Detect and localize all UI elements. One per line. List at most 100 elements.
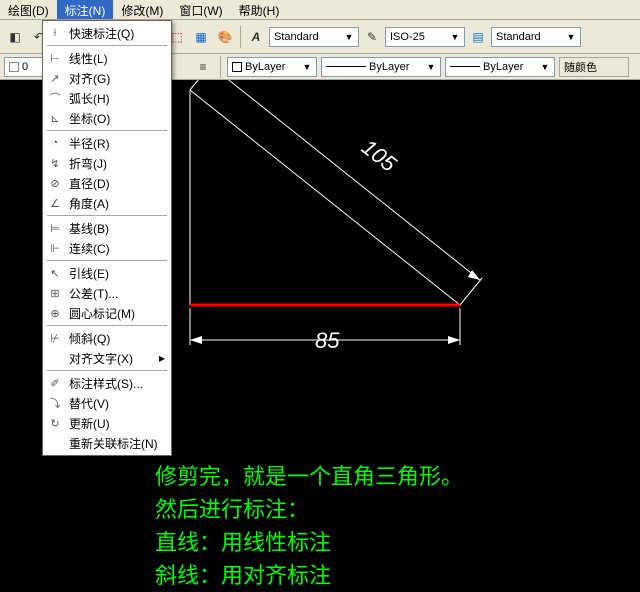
aligned-icon: ↗ xyxy=(47,70,63,86)
tool-icon[interactable]: ◧ xyxy=(4,26,26,48)
linetype-preview xyxy=(326,66,366,67)
linear-icon: ⊢ xyxy=(47,50,63,66)
menu-window[interactable]: 窗口(W) xyxy=(171,0,230,19)
label: 倾斜(Q) xyxy=(69,330,110,347)
angular-icon: ∠ xyxy=(47,195,63,211)
leader-icon: ↖ xyxy=(47,265,63,281)
separator xyxy=(220,56,221,78)
label: 线性(L) xyxy=(69,50,108,67)
menu-item-diameter[interactable]: ⊘ 直径(D) xyxy=(43,173,171,193)
label: 连续(C) xyxy=(69,240,110,257)
label: 重新关联标注(N) xyxy=(69,435,158,452)
table-style-combo[interactable]: Standard ▼ xyxy=(491,27,581,47)
baseline-icon: ⊨ xyxy=(47,220,63,236)
menu-item-leader[interactable]: ↖ 引线(E) xyxy=(43,263,171,283)
override-icon: ⤵ xyxy=(47,395,63,411)
linetype-combo[interactable]: ByLayer ▼ xyxy=(321,57,441,77)
label: 直径(D) xyxy=(69,175,110,192)
menu-item-ordinate[interactable]: ⊾ 坐标(O) xyxy=(43,108,171,128)
separator xyxy=(47,215,167,216)
separator xyxy=(47,370,167,371)
label: 标注样式(S)... xyxy=(69,375,143,392)
menu-item-reassociate[interactable]: 重新关联标注(N) xyxy=(43,433,171,453)
table-icon[interactable]: ▦ xyxy=(190,26,212,48)
color-swatch xyxy=(232,62,242,72)
annot-line1: 修剪完，就是一个直角三角形。 xyxy=(155,460,463,493)
menu-item-override[interactable]: ⤵ 替代(V) xyxy=(43,393,171,413)
label: 基线(B) xyxy=(69,220,109,237)
menu-dimension[interactable]: 标注(N) xyxy=(57,0,114,19)
annotation-text: 修剪完，就是一个直角三角形。 然后进行标注： 直线：用线性标注 斜线：用对齐标注 xyxy=(155,460,463,592)
menu-item-aligned[interactable]: ↗ 对齐(G) xyxy=(43,68,171,88)
linetype-value: ByLayer xyxy=(369,61,409,73)
palette-icon[interactable]: 🎨 xyxy=(214,26,236,48)
lineweight-combo[interactable]: ByLayer ▼ xyxy=(445,57,555,77)
separator xyxy=(47,325,167,326)
tolerance-icon: ⊞ xyxy=(47,285,63,301)
diameter-icon: ⊘ xyxy=(47,175,63,191)
continue-icon: ⊩ xyxy=(47,240,63,256)
menu-item-angular[interactable]: ∠ 角度(A) xyxy=(43,193,171,213)
label: 引线(E) xyxy=(69,265,109,282)
dimstyle-icon: ✐ xyxy=(47,375,63,391)
layer-states-icon[interactable]: ≡ xyxy=(192,56,214,78)
label: 对齐(G) xyxy=(69,70,110,87)
ordinate-icon: ⊾ xyxy=(47,110,63,126)
chevron-down-icon: ▼ xyxy=(424,62,438,72)
label: 快速标注(Q) xyxy=(69,25,134,42)
label: 半径(R) xyxy=(69,135,110,152)
table-style-icon[interactable]: ▤ xyxy=(467,26,489,48)
menu-item-linear[interactable]: ⊢ 线性(L) xyxy=(43,48,171,68)
dim-style-combo[interactable]: ISO-25 ▼ xyxy=(385,27,465,47)
menu-item-jogged[interactable]: ↯折弯(J) xyxy=(43,153,171,173)
text-style-icon[interactable]: A xyxy=(245,26,267,48)
oblique-icon: ⊬ xyxy=(47,330,63,346)
menu-item-update[interactable]: ↻更新(U) xyxy=(43,413,171,433)
menu-item-center[interactable]: ⊕圆心标记(M) xyxy=(43,303,171,323)
label: 公差(T)... xyxy=(69,285,118,302)
text-style-value: Standard xyxy=(274,31,319,43)
menu-item-align-text[interactable]: 对齐文字(X)▸ xyxy=(43,348,171,368)
menu-modify[interactable]: 修改(M) xyxy=(113,0,171,19)
menu-help[interactable]: 帮助(H) xyxy=(231,0,288,19)
lineweight-preview xyxy=(450,66,480,67)
label: 折弯(J) xyxy=(69,155,107,172)
menu-item-dim-style[interactable]: ✐ 标注样式(S)... xyxy=(43,373,171,393)
label: 弧长(H) xyxy=(69,90,110,107)
annot-line4: 斜线：用对齐标注 xyxy=(155,559,463,592)
label: 更新(U) xyxy=(69,415,110,432)
plotstyle-combo[interactable]: 随颜色 xyxy=(559,57,629,77)
text-style-combo[interactable]: Standard ▼ xyxy=(269,27,359,47)
label: 圆心标记(M) xyxy=(69,305,135,322)
menu-item-arc[interactable]: ⌒ 弧长(H) xyxy=(43,88,171,108)
chevron-down-icon: ▼ xyxy=(538,62,552,72)
radius-icon: ◔ xyxy=(47,135,63,151)
plotstyle-value: 随颜色 xyxy=(564,59,597,75)
dim-style-icon[interactable]: ✎ xyxy=(361,26,383,48)
separator xyxy=(47,45,167,46)
menu-item-continue[interactable]: ⊩ 连续(C) xyxy=(43,238,171,258)
layer-name: 0 xyxy=(22,61,28,73)
dim-hypotenuse: 105 xyxy=(357,134,402,177)
color-combo[interactable]: ByLayer ▼ xyxy=(227,57,317,77)
label: 替代(V) xyxy=(69,395,109,412)
menu-item-radius[interactable]: ◔ 半径(R) xyxy=(43,133,171,153)
dim-style-value: ISO-25 xyxy=(390,31,425,43)
lineweight-value: ByLayer xyxy=(483,61,523,73)
menu-draw[interactable]: 绘图(D) xyxy=(0,0,57,19)
label: 角度(A) xyxy=(69,195,109,212)
quick-dim-icon: ⟊ xyxy=(47,25,63,41)
menu-item-quick-dim[interactable]: ⟊ 快速标注(Q) xyxy=(43,23,171,43)
chevron-down-icon: ▼ xyxy=(300,62,314,72)
label: 坐标(O) xyxy=(69,110,110,127)
chevron-down-icon: ▼ xyxy=(342,32,356,42)
dimension-menu-dropdown: ⟊ 快速标注(Q) ⊢ 线性(L) ↗ 对齐(G) ⌒ 弧长(H) ⊾ 坐标(O) ◔ 半径… xyxy=(42,20,172,456)
annot-line3: 直线：用线性标注 xyxy=(155,526,463,559)
menu-item-baseline[interactable]: ⊨ 基线(B) xyxy=(43,218,171,238)
menu-item-oblique[interactable]: ⊬ 倾斜(Q) xyxy=(43,328,171,348)
chevron-down-icon: ▼ xyxy=(448,32,462,42)
blank-icon xyxy=(47,435,63,451)
arc-icon: ⌒ xyxy=(47,90,63,106)
menu-item-tolerance[interactable]: ⊞ 公差(T)... xyxy=(43,283,171,303)
layer-color-swatch xyxy=(9,62,19,72)
